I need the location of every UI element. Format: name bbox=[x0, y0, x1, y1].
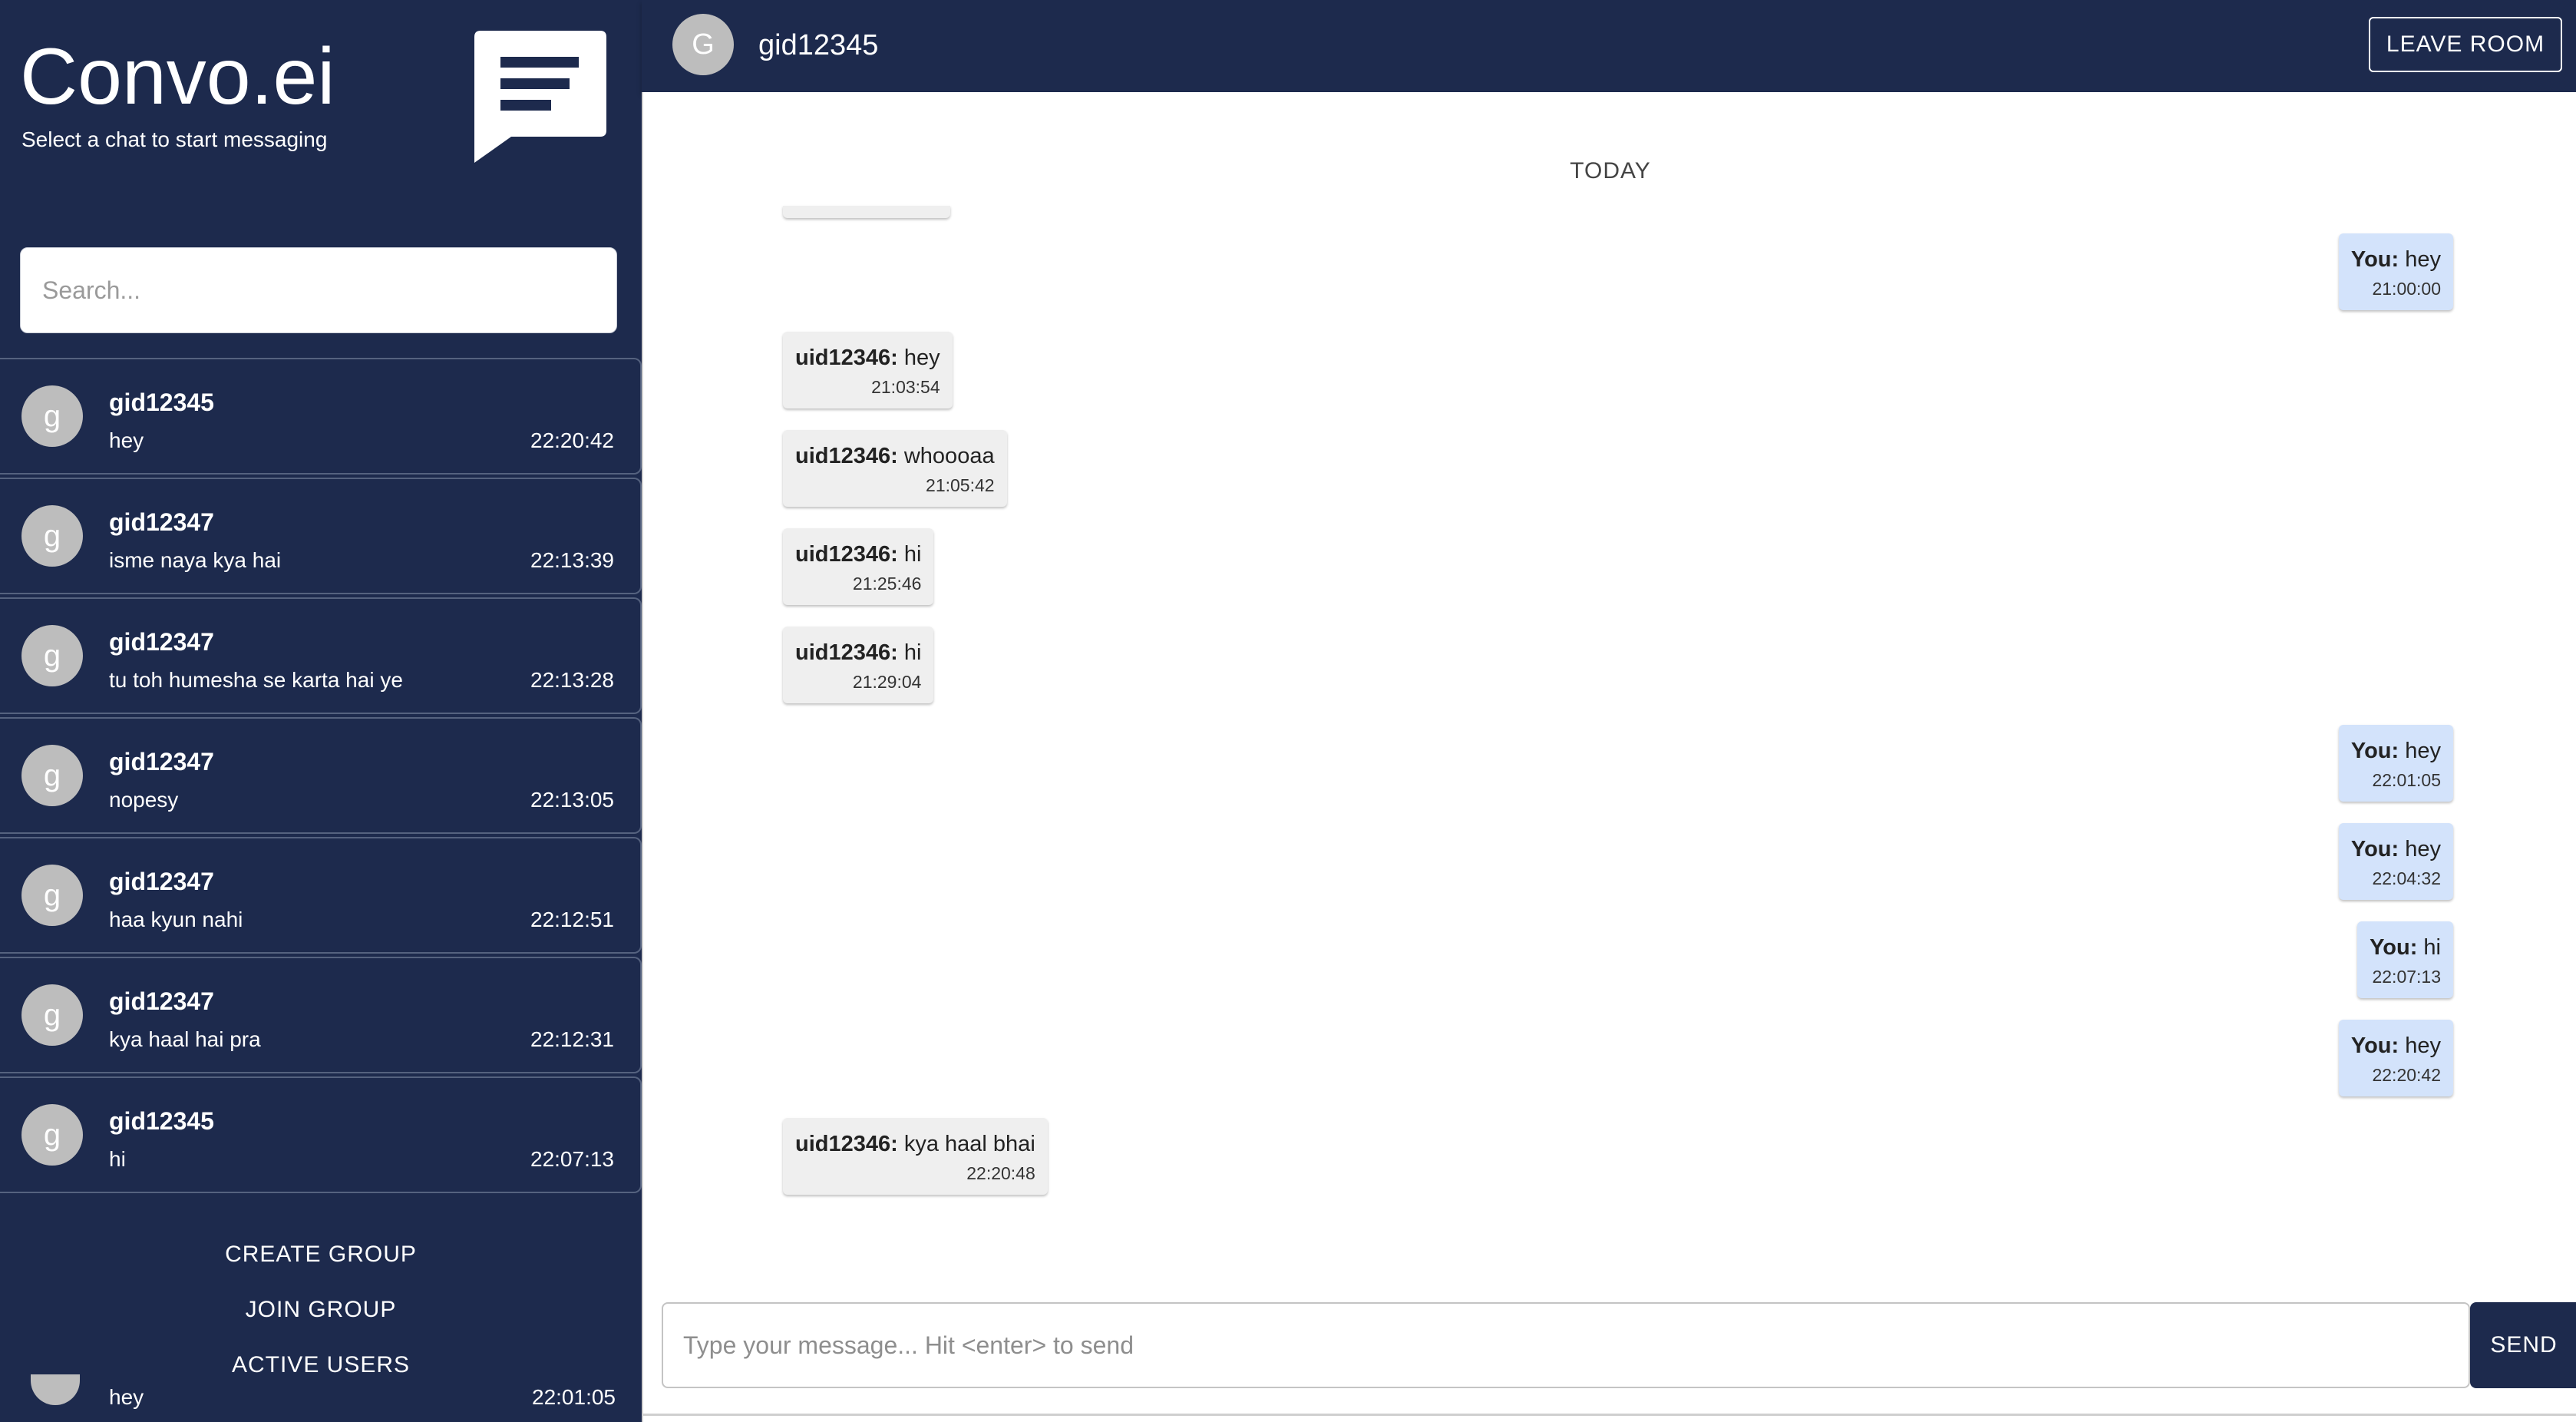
message-time: 22:04:32 bbox=[2372, 868, 2441, 888]
chat-bubble-logo-icon bbox=[474, 31, 606, 163]
message-bubble-incoming: uid12346: hey 21:03:54 bbox=[783, 332, 953, 408]
message-time: 21:05:42 bbox=[926, 475, 995, 495]
message-text: whoooaa bbox=[903, 444, 995, 468]
conversation-name: gid12347 bbox=[109, 987, 214, 1015]
message-sender: You: bbox=[2350, 739, 2399, 763]
message-sender: uid12346: bbox=[795, 346, 898, 370]
conversation-last-message: hey bbox=[109, 1385, 144, 1409]
message-time: 22:20:42 bbox=[2372, 1065, 2441, 1085]
message-bubble-outgoing: You: hey 22:04:32 bbox=[2338, 823, 2453, 900]
create-group-button[interactable]: CREATE GROUP bbox=[0, 1227, 642, 1282]
message-bubble-incoming: uid12346: kya haal bhai 22:20:48 bbox=[783, 1118, 1048, 1195]
conversation-time: 22:13:28 bbox=[530, 668, 614, 692]
sidebar-actions: CREATE GROUP JOIN GROUP ACTIVE USERS bbox=[0, 1227, 642, 1396]
message-text: hi bbox=[903, 542, 922, 567]
message-area[interactable]: TODAY You: hey 21:00:00 uid12346: hey 21… bbox=[642, 92, 2576, 1290]
conversation-name: gid12347 bbox=[109, 868, 214, 895]
avatar: g bbox=[21, 984, 83, 1046]
message-text: kya haal bhai bbox=[903, 1132, 1035, 1156]
message-text: hey bbox=[2405, 739, 2441, 763]
message-time: 22:07:13 bbox=[2372, 967, 2441, 987]
conversation-item[interactable]: g gid12347 isme naya kya hai 22:13:39 bbox=[0, 478, 642, 594]
message-time: 22:01:05 bbox=[2372, 770, 2441, 790]
message-text: hi bbox=[2423, 935, 2441, 960]
conversation-time: 22:07:13 bbox=[530, 1147, 614, 1171]
avatar: g bbox=[21, 625, 83, 686]
chat-header: G gid12345 LEAVE ROOM bbox=[642, 0, 2576, 92]
message-bubble-incoming: uid12346: whoooaa 21:05:42 bbox=[783, 430, 1007, 507]
conversation-item[interactable]: g gid12347 haa kyun nahi 22:12:51 bbox=[0, 837, 642, 954]
leave-room-button[interactable]: LEAVE ROOM bbox=[2369, 17, 2562, 72]
conversation-name: gid12345 bbox=[109, 389, 214, 416]
message-bubble-incoming: uid12346: hi 21:29:04 bbox=[783, 627, 934, 703]
avatar: g bbox=[21, 505, 83, 567]
conversation-name: gid12345 bbox=[109, 1107, 214, 1135]
avatar: g bbox=[21, 745, 83, 806]
conversation-item[interactable]: g gid12347 tu toh humesha se karta hai y… bbox=[0, 597, 642, 714]
app-subtitle: Select a chat to start messaging bbox=[21, 127, 328, 151]
message-time: 21:03:54 bbox=[871, 377, 940, 397]
avatar bbox=[31, 1374, 80, 1405]
message-bubble-outgoing: You: hi 22:07:13 bbox=[2357, 921, 2453, 998]
message-sender: You: bbox=[2350, 1033, 2399, 1058]
conversation-name: gid12347 bbox=[109, 508, 214, 536]
message-text: hey bbox=[2405, 837, 2441, 861]
message-time: 21:29:04 bbox=[852, 672, 922, 692]
message-sender: You: bbox=[2350, 837, 2399, 861]
message-sender: uid12346: bbox=[795, 444, 898, 468]
message-sender: You: bbox=[2350, 247, 2399, 272]
send-button[interactable]: SEND bbox=[2470, 1302, 2576, 1388]
conversation-time: 22:13:39 bbox=[530, 548, 614, 572]
room-name: gid12345 bbox=[758, 29, 879, 61]
message-bubble-outgoing: You: hey 21:00:00 bbox=[2338, 233, 2453, 310]
conversation-last-message: hi bbox=[109, 1147, 126, 1171]
message-bubble-outgoing: You: hey 22:01:05 bbox=[2338, 725, 2453, 802]
conversation-time: 22:13:05 bbox=[530, 788, 614, 812]
sidebar: Convo.ei Select a chat to start messagin… bbox=[0, 0, 642, 1422]
day-separator: TODAY bbox=[1570, 158, 1651, 184]
conversation-last-message: kya haal hai pra bbox=[109, 1027, 261, 1051]
join-group-button[interactable]: JOIN GROUP bbox=[0, 1282, 642, 1338]
avatar: g bbox=[21, 385, 83, 447]
message-text: hi bbox=[903, 640, 922, 665]
message-sender: uid12346: bbox=[795, 1132, 898, 1156]
message-bubble-outgoing: You: hey 22:20:42 bbox=[2338, 1020, 2453, 1096]
conversation-time: 22:12:31 bbox=[530, 1027, 614, 1051]
conversation-last-message: nopesy bbox=[109, 788, 179, 812]
message-time: 21:25:46 bbox=[852, 574, 922, 594]
message-text: hey bbox=[2405, 1033, 2441, 1058]
message-text: hey bbox=[903, 346, 940, 370]
message-text: hey bbox=[2405, 247, 2441, 272]
conversation-item[interactable]: g gid12345 hi 22:07:13 bbox=[0, 1076, 642, 1193]
message-bubble-incoming: uid12346: hi 21:25:46 bbox=[783, 528, 934, 605]
conversation-time: 22:01:05 bbox=[532, 1385, 616, 1409]
message-sender: uid12346: bbox=[795, 640, 898, 665]
conversation-last-message: hey bbox=[109, 428, 144, 452]
avatar: g bbox=[21, 1104, 83, 1166]
room-avatar: G bbox=[672, 14, 734, 75]
conversation-list: g gid12345 hey 22:20:42 g gid12347 isme … bbox=[0, 358, 642, 1196]
avatar: g bbox=[21, 865, 83, 926]
conversation-time: 22:12:51 bbox=[530, 908, 614, 931]
conversation-time: 22:20:42 bbox=[530, 428, 614, 452]
conversation-last-message: isme naya kya hai bbox=[109, 548, 282, 572]
message-input[interactable] bbox=[662, 1302, 2470, 1388]
message-bubble-partial bbox=[783, 206, 950, 218]
conversation-item[interactable]: g gid12347 nopesy 22:13:05 bbox=[0, 717, 642, 834]
app-title: Convo.ei bbox=[20, 32, 335, 121]
conversation-name: gid12347 bbox=[109, 628, 214, 656]
conversation-name: gid12347 bbox=[109, 748, 214, 775]
conversation-item[interactable]: g gid12345 hey 22:20:42 bbox=[0, 358, 642, 475]
conversation-last-message: tu toh humesha se karta hai ye bbox=[109, 668, 403, 692]
message-sender: You: bbox=[2370, 935, 2418, 960]
message-time: 21:00:00 bbox=[2372, 279, 2441, 299]
conversation-item[interactable]: g gid12347 kya haal hai pra 22:12:31 bbox=[0, 957, 642, 1073]
conversation-item-partial[interactable]: hey 22:01:05 bbox=[0, 1374, 642, 1422]
search-box bbox=[20, 247, 617, 333]
message-time: 22:20:48 bbox=[966, 1163, 1035, 1183]
message-sender: uid12346: bbox=[795, 542, 898, 567]
search-input[interactable] bbox=[21, 248, 616, 332]
conversation-last-message: haa kyun nahi bbox=[109, 908, 243, 931]
message-composer: SEND bbox=[642, 1290, 2576, 1422]
